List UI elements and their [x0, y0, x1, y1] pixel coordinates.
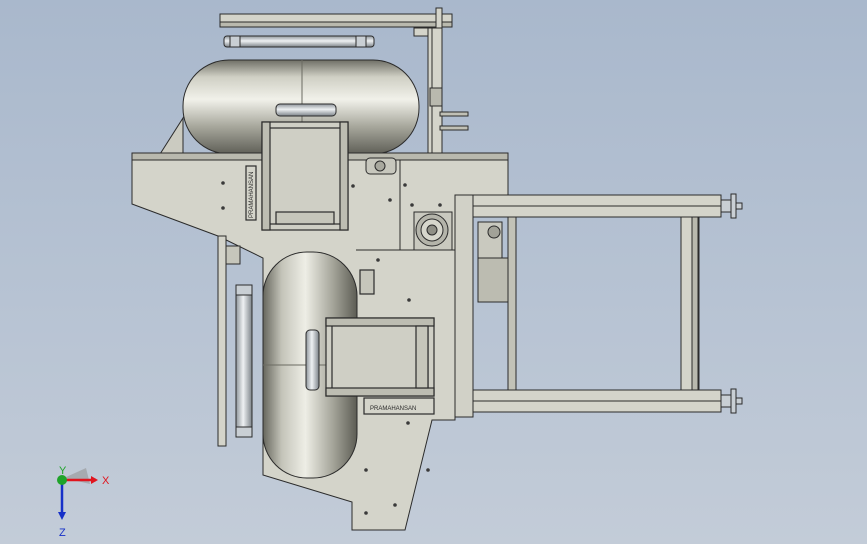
cad-viewport[interactable]: PRAMAHANSAN PRAMAHANSAN X Y Z: [0, 0, 867, 544]
machine-top-view[interactable]: PRAMAHANSAN PRAMAHANSAN: [0, 0, 867, 544]
spindle-pulley: [413, 211, 453, 251]
arm-end-pins: [720, 193, 743, 414]
bearing-boss: [365, 157, 397, 175]
y-axis-label: Y: [59, 465, 67, 477]
top-guide-rail: [219, 7, 453, 29]
gearbox-block: [477, 221, 509, 303]
axis-triad: X Y Z: [57, 465, 110, 539]
z-axis-label: Z: [59, 527, 66, 539]
x-axis-label: X: [102, 475, 110, 487]
left-roller-bracket: [217, 235, 253, 447]
upper-roller: [223, 35, 375, 48]
plate-tag-lower: PRAMAHANSAN: [370, 406, 416, 412]
plate-tag-upper: PRAMAHANSAN: [249, 172, 255, 218]
vertical-post: [413, 27, 469, 159]
